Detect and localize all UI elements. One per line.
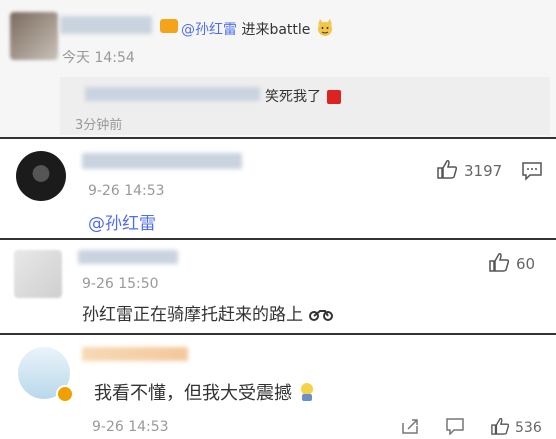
comment-icon[interactable] bbox=[521, 161, 543, 185]
username-blurred[interactable] bbox=[60, 16, 152, 34]
comment-1-time: 今天 14:54 bbox=[62, 50, 135, 66]
comment-3: 9-26 15:50 孙红雷正在骑摩托赶来的路上 60 bbox=[0, 240, 556, 333]
avatar[interactable] bbox=[10, 12, 58, 60]
reply-time: 3分钟前 bbox=[75, 118, 123, 133]
level-badge bbox=[160, 19, 178, 33]
like-button[interactable]: 536 bbox=[490, 417, 542, 439]
comment-1-text: @孙红雷 进来battle bbox=[181, 19, 335, 41]
username-blurred[interactable] bbox=[78, 250, 178, 264]
comment-icon[interactable] bbox=[445, 417, 465, 439]
like-button[interactable]: 60 bbox=[488, 252, 535, 276]
thumbs-up-icon bbox=[488, 252, 510, 276]
reply-box: 笑死我了 3分钟前 bbox=[60, 77, 550, 135]
username-blurred[interactable] bbox=[82, 347, 188, 361]
like-count: 60 bbox=[516, 255, 536, 273]
like-count: 3197 bbox=[464, 162, 503, 180]
mention-link[interactable]: @孙红雷 bbox=[88, 209, 156, 234]
comment-2-time: 9-26 14:53 bbox=[88, 183, 165, 199]
comment-1-body: 进来battle bbox=[237, 22, 311, 38]
reply-username-blurred[interactable] bbox=[85, 87, 260, 101]
red-emoji-icon bbox=[327, 90, 342, 104]
mention-link[interactable]: @孙红雷 bbox=[181, 22, 237, 38]
thumbs-up-icon bbox=[490, 417, 510, 439]
comment-4-text: 我看不懂，但我大受震撼 bbox=[94, 379, 316, 407]
comment-3-time: 9-26 15:50 bbox=[82, 276, 159, 292]
shocked-emoji-icon bbox=[298, 382, 316, 407]
comment-3-text: 孙红雷正在骑摩托赶来的路上 bbox=[82, 300, 334, 326]
like-count: 536 bbox=[515, 420, 542, 436]
thumbs-up-icon bbox=[436, 159, 458, 183]
comment-2: 9-26 14:53 @孙红雷 3197 bbox=[0, 139, 556, 238]
comment-4-time: 9-26 14:53 bbox=[92, 419, 169, 435]
motorcycle-icon bbox=[308, 305, 334, 326]
avatar[interactable] bbox=[14, 250, 62, 298]
cat-emoji-icon bbox=[315, 19, 335, 41]
comment-4: 我看不懂，但我大受震撼 9-26 14:53 536 bbox=[0, 335, 556, 439]
reply-text: 笑死我了 bbox=[265, 86, 342, 106]
like-button[interactable]: 3197 bbox=[436, 159, 502, 183]
vip-badge-icon bbox=[56, 385, 74, 403]
avatar[interactable] bbox=[16, 151, 66, 201]
share-icon[interactable] bbox=[400, 417, 420, 439]
comment-1: @孙红雷 进来battle 今天 14:54 笑死我了 3分钟前 bbox=[0, 0, 556, 137]
username-blurred[interactable] bbox=[82, 153, 242, 169]
